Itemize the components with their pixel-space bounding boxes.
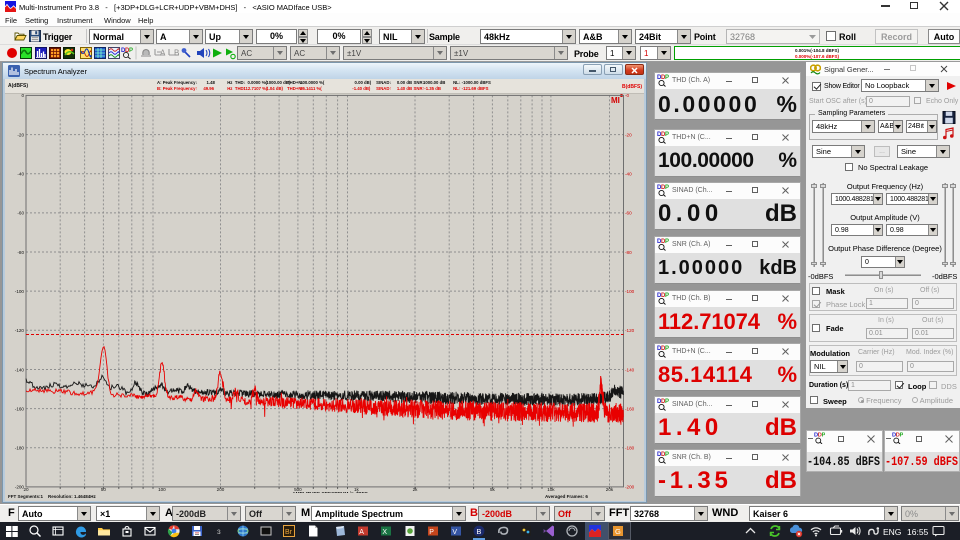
svg-text:P: P [822, 433, 826, 439]
svg-text:P: P [665, 75, 669, 81]
svg-text:X: X [382, 529, 387, 536]
svg-text:P: P [665, 399, 669, 405]
svg-text:-60: -60 [17, 211, 24, 216]
svg-text:-40: -40 [625, 172, 632, 177]
svg-text:-20: -20 [625, 132, 632, 137]
svg-text:B: B [476, 527, 481, 536]
svg-text:ɜ: ɜ [217, 527, 221, 536]
svg-text:-100: -100 [625, 289, 635, 294]
svg-text:-140: -140 [625, 367, 635, 372]
svg-text:-0: -0 [625, 94, 630, 98]
svg-text:-100: -100 [15, 289, 25, 294]
svg-text:-20: -20 [17, 132, 24, 137]
svg-text:-120: -120 [625, 328, 635, 333]
svg-text:P: P [665, 132, 669, 138]
svg-text:-80: -80 [625, 250, 632, 255]
svg-text:P: P [665, 239, 669, 245]
svg-text:A: A [160, 49, 166, 58]
svg-text:P: P [900, 433, 904, 439]
svg-text:-40: -40 [17, 172, 24, 177]
svg-text:G: G [615, 527, 621, 536]
svg-text:P: P [429, 529, 434, 536]
svg-text:-160: -160 [15, 406, 25, 411]
svg-text:-120: -120 [15, 328, 25, 333]
svg-text:-160: -160 [625, 406, 635, 411]
svg-text:A: A [359, 529, 364, 536]
svg-text:P: P [665, 452, 669, 458]
svg-text:V: V [452, 529, 457, 536]
svg-text:-80: -80 [17, 250, 24, 255]
svg-text:-180: -180 [625, 446, 635, 451]
svg-text:-60: -60 [625, 211, 632, 216]
svg-text:100: 100 [158, 487, 166, 492]
svg-text:0: 0 [21, 94, 24, 98]
svg-text:P: P [129, 48, 133, 54]
svg-text:-180: -180 [15, 446, 25, 451]
svg-text:-140: -140 [15, 367, 25, 372]
svg-text:P: P [665, 293, 669, 299]
svg-text:-200: -200 [625, 485, 635, 490]
svg-text:20: 20 [23, 487, 29, 492]
svg-text:P: P [665, 346, 669, 352]
svg-text:AMPLITUDE SPECTRUM in dBFS: AMPLITUDE SPECTRUM in dBFS [292, 491, 368, 493]
svg-text:B: B [174, 49, 179, 58]
svg-text:P: P [665, 185, 669, 191]
svg-text:Br: Br [285, 529, 293, 536]
